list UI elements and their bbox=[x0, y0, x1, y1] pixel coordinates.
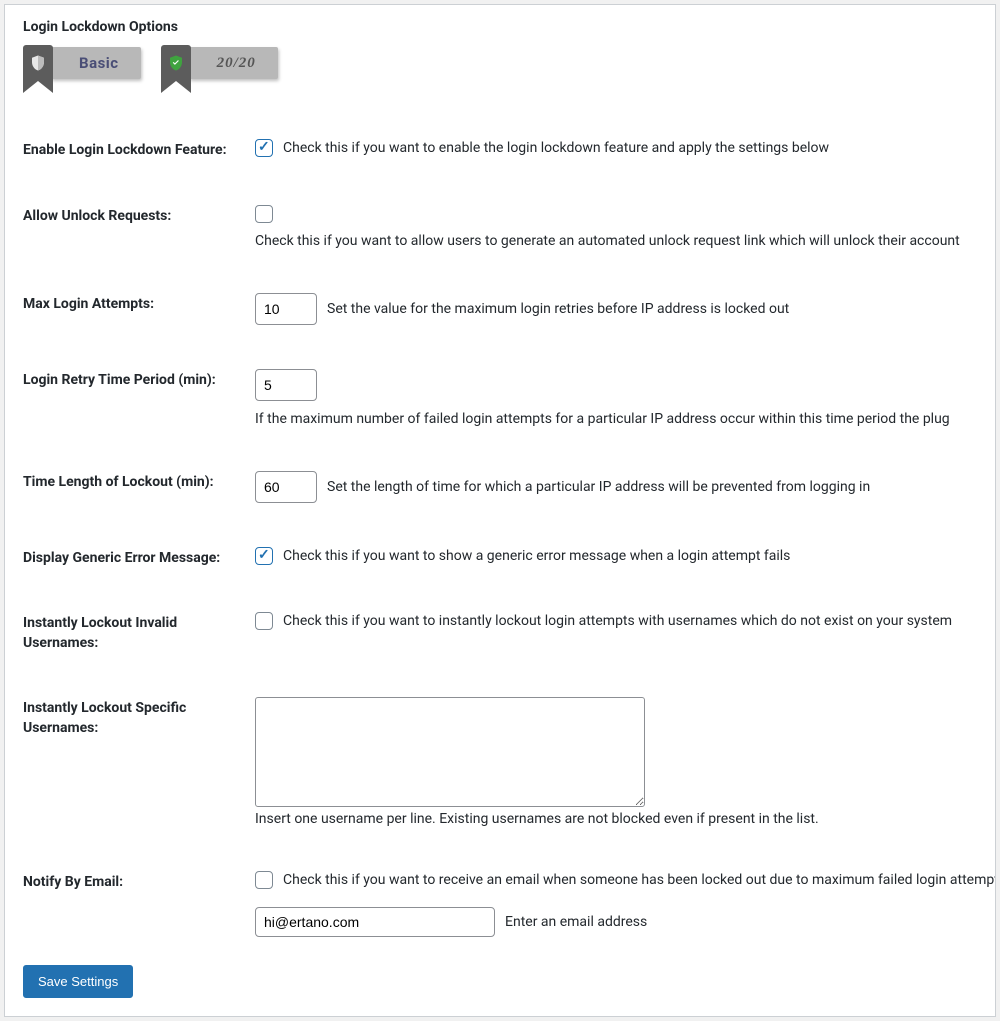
input-notify-email[interactable] bbox=[255, 907, 495, 937]
checkbox-notify-email[interactable] bbox=[255, 871, 273, 889]
badge-score: 20/20 bbox=[161, 45, 278, 103]
row-retry-period: Login Retry Time Period (min): If the ma… bbox=[23, 369, 977, 427]
desc-allow-unlock: Check this if you want to allow users to… bbox=[255, 233, 960, 249]
desc-invalid-usernames: Check this if you want to instantly lock… bbox=[283, 613, 952, 629]
input-lockout-length[interactable] bbox=[255, 471, 317, 503]
checkbox-enable-lockdown[interactable] bbox=[255, 139, 273, 157]
label-generic-error: Display Generic Error Message: bbox=[23, 547, 255, 569]
row-max-attempts: Max Login Attempts: Set the value for th… bbox=[23, 293, 977, 325]
input-max-attempts[interactable] bbox=[255, 293, 317, 325]
desc-notify-email-input: Enter an email address bbox=[505, 914, 647, 930]
row-lockout-length: Time Length of Lockout (min): Set the le… bbox=[23, 471, 977, 503]
row-generic-error: Display Generic Error Message: Check thi… bbox=[23, 547, 977, 569]
row-enable-lockdown: Enable Login Lockdown Feature: Check thi… bbox=[23, 139, 977, 161]
row-notify-email: Notify By Email: Check this if you want … bbox=[23, 871, 977, 937]
badge-basic: Basic bbox=[23, 45, 141, 103]
ribbon-basic bbox=[23, 45, 53, 103]
label-invalid-usernames: Instantly Lockout Invalid Usernames: bbox=[23, 612, 255, 653]
shield-check-icon bbox=[167, 53, 185, 73]
label-specific-usernames: Instantly Lockout Specific Usernames: bbox=[23, 697, 255, 738]
checkbox-generic-error[interactable] bbox=[255, 547, 273, 565]
label-retry-period: Login Retry Time Period (min): bbox=[23, 369, 255, 391]
row-invalid-usernames: Instantly Lockout Invalid Usernames: Che… bbox=[23, 612, 977, 653]
textarea-specific-usernames[interactable] bbox=[255, 697, 645, 807]
row-specific-usernames: Instantly Lockout Specific Usernames: bbox=[23, 697, 977, 807]
badge-basic-label: Basic bbox=[51, 47, 141, 79]
checkbox-allow-unlock[interactable] bbox=[255, 205, 273, 223]
label-notify-email: Notify By Email: bbox=[23, 871, 255, 893]
desc-retry-period: If the maximum number of failed login at… bbox=[255, 411, 950, 427]
label-lockout-length: Time Length of Lockout (min): bbox=[23, 471, 255, 493]
row-allow-unlock: Allow Unlock Requests: Check this if you… bbox=[23, 205, 977, 249]
ribbon-score bbox=[161, 45, 191, 103]
input-retry-period[interactable] bbox=[255, 369, 317, 401]
desc-notify-email: Check this if you want to receive an ema… bbox=[283, 872, 996, 888]
desc-enable-lockdown: Check this if you want to enable the log… bbox=[283, 140, 829, 156]
panel-title: Login Lockdown Options bbox=[23, 15, 977, 45]
shield-icon bbox=[29, 53, 47, 73]
security-badges: Basic 20/20 bbox=[23, 45, 977, 103]
save-button[interactable]: Save Settings bbox=[23, 965, 133, 998]
login-lockdown-panel: Login Lockdown Options Basic 20/20 Enabl… bbox=[4, 4, 996, 1017]
desc-max-attempts: Set the value for the maximum login retr… bbox=[327, 301, 789, 317]
label-allow-unlock: Allow Unlock Requests: bbox=[23, 205, 255, 227]
desc-lockout-length: Set the length of time for which a parti… bbox=[327, 479, 870, 495]
badge-score-label: 20/20 bbox=[189, 47, 278, 79]
label-max-attempts: Max Login Attempts: bbox=[23, 293, 255, 315]
label-enable-lockdown: Enable Login Lockdown Feature: bbox=[23, 139, 255, 161]
checkbox-invalid-usernames[interactable] bbox=[255, 612, 273, 630]
helper-specific-usernames: Insert one username per line. Existing u… bbox=[255, 811, 977, 827]
desc-generic-error: Check this if you want to show a generic… bbox=[283, 548, 790, 564]
